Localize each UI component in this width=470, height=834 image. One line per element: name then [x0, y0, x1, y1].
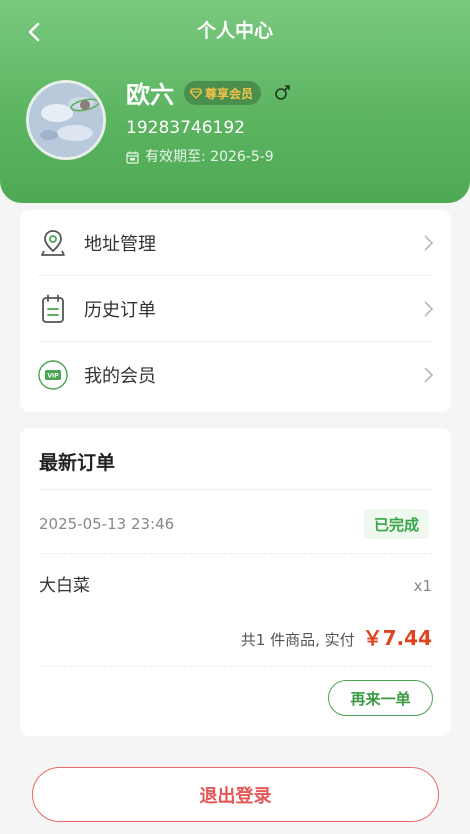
order-item-name: 大白菜 — [39, 576, 90, 596]
order-amount: ￥7.44 — [362, 626, 432, 650]
vip-badge: 尊享会员 — [184, 81, 262, 105]
order-summary: 共1 件商品, 实付 ￥7.44 — [241, 622, 432, 651]
reorder-button[interactable]: 再来一单 — [328, 680, 433, 716]
menu-card: 地址管理 历史订单 VIP 我的会员 — [20, 210, 451, 412]
profile-header: 个人中心 欧六 尊享会员 19283746192 有效期至: 2026-5-9 — [0, 0, 470, 203]
order-date: 2025-05-13 23:46 — [39, 515, 175, 533]
order-status-badge: 已完成 — [364, 509, 430, 539]
user-name: 欧六 — [126, 81, 174, 109]
svg-text:VIP: VIP — [47, 373, 59, 380]
calendar-icon — [126, 151, 139, 164]
male-icon — [275, 85, 290, 100]
vip-card-icon: VIP — [38, 360, 68, 390]
avatar-image — [29, 83, 103, 157]
divider — [39, 553, 432, 554]
expiry-label: 有效期至: 2026-5-9 — [145, 149, 274, 165]
vip-badge-label: 尊享会员 — [205, 86, 254, 101]
chevron-right-icon — [417, 300, 433, 317]
order-summary-label: 共1 件商品, 实付 — [240, 631, 355, 649]
menu-item-label: 我的会员 — [84, 366, 156, 387]
clipboard-icon — [38, 294, 68, 324]
menu-item-my-membership[interactable]: VIP 我的会员 — [38, 342, 433, 408]
menu-item-address[interactable]: 地址管理 — [38, 210, 433, 276]
chevron-right-icon — [417, 234, 433, 251]
divider — [39, 666, 432, 667]
page-title: 个人中心 — [196, 20, 273, 42]
divider — [39, 489, 432, 490]
menu-item-label: 历史订单 — [84, 299, 156, 321]
logout-button[interactable]: 退出登录 — [32, 767, 439, 822]
diamond-icon — [190, 87, 202, 99]
membership-expiry: 有效期至: 2026-5-9 — [126, 147, 274, 167]
menu-item-history-orders[interactable]: 历史订单 — [38, 276, 433, 342]
phone-number: 19283746192 — [126, 118, 245, 138]
menu-item-label: 地址管理 — [84, 233, 156, 255]
latest-order-title: 最新订单 — [39, 452, 116, 474]
location-pin-icon — [38, 228, 68, 258]
avatar[interactable] — [26, 80, 106, 160]
chevron-right-icon — [417, 367, 433, 383]
order-item-quantity: x1 — [413, 577, 432, 595]
